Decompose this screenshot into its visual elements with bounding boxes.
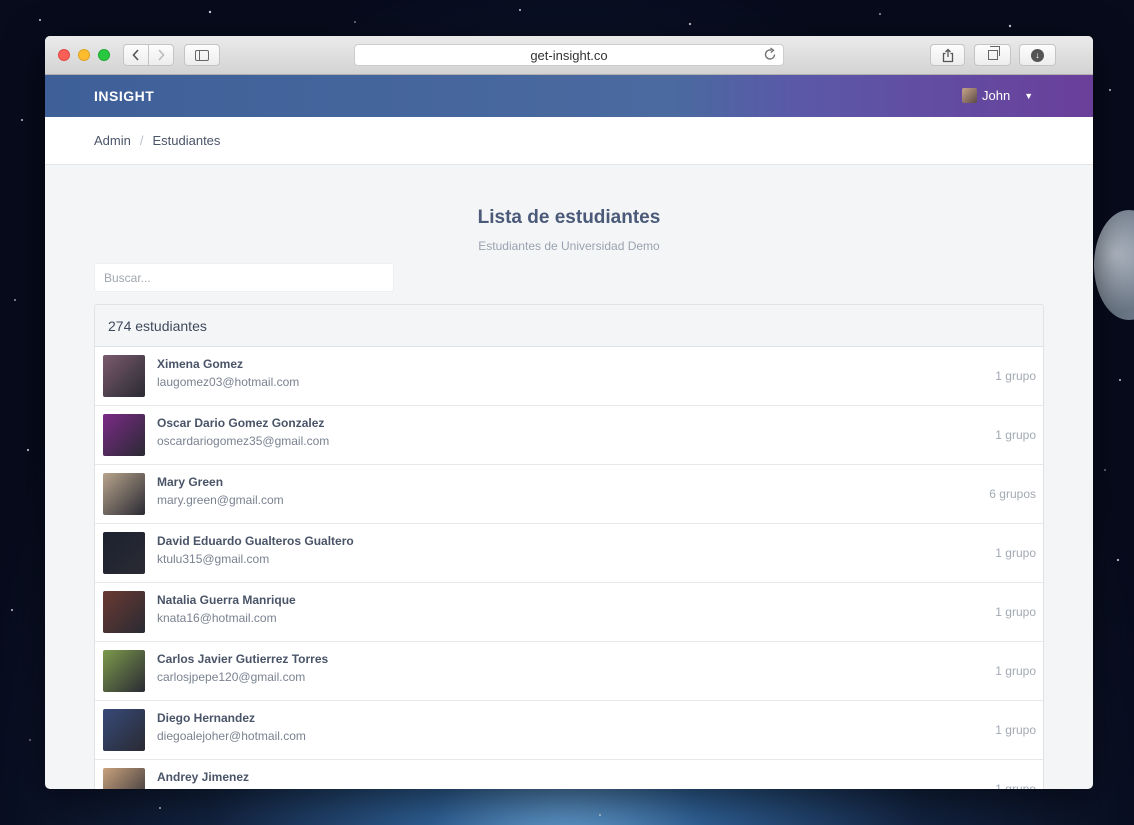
breadcrumb-item-estudiantes: Estudiantes	[152, 133, 221, 148]
student-row[interactable]: Natalia Guerra Manrique knata16@hotmail.c…	[95, 583, 1043, 642]
student-name[interactable]: Natalia Guerra Manrique	[157, 593, 296, 607]
app-navbar: INSIGHT John ▼	[45, 75, 1093, 117]
sidebar-icon	[195, 49, 209, 61]
show-tabs-button[interactable]	[974, 44, 1011, 66]
student-groups: 6 grupos	[989, 487, 1036, 501]
student-avatar	[103, 532, 145, 574]
search-input[interactable]	[94, 263, 394, 292]
student-groups: 1 grupo	[995, 369, 1036, 383]
student-list: Ximena Gomez laugomez03@hotmail.com 1 grup…	[95, 347, 1043, 789]
student-name[interactable]: Diego Hernandez	[157, 711, 255, 725]
students-panel: 274 estudiantes Ximena Gomez laugomez03@h…	[94, 304, 1044, 789]
minimize-window-button[interactable]	[78, 49, 90, 61]
student-row[interactable]: Carlos Javier Gutierrez Torres carlosjpep…	[95, 642, 1043, 701]
student-groups: 1 grupo	[995, 664, 1036, 678]
share-button[interactable]	[930, 44, 965, 66]
moon-decoration	[1094, 210, 1134, 320]
student-avatar	[103, 355, 145, 397]
student-avatar	[103, 768, 145, 789]
browser-window: get-insight.co ↓ INSIGHT John ▼ Admin / …	[45, 36, 1093, 789]
brand-logo[interactable]: INSIGHT	[94, 88, 154, 104]
breadcrumb-separator: /	[139, 133, 144, 148]
student-name[interactable]: Mary Green	[157, 475, 223, 489]
user-avatar	[962, 88, 977, 103]
student-name[interactable]: Oscar Dario Gomez Gonzalez	[157, 416, 324, 430]
student-row[interactable]: Andrey Jimenez 1 grupo	[95, 760, 1043, 789]
student-email: carlosjpepe120@gmail.com	[157, 670, 306, 684]
student-row[interactable]: Oscar Dario Gomez Gonzalez oscardariogome…	[95, 406, 1043, 465]
download-icon: ↓	[1031, 48, 1044, 62]
student-name[interactable]: Andrey Jimenez	[157, 770, 249, 784]
student-count: 274 estudiantes	[95, 305, 1043, 347]
reload-icon[interactable]	[763, 47, 777, 63]
student-name[interactable]: David Eduardo Gualteros Gualtero	[157, 534, 354, 548]
user-menu[interactable]: John ▼	[962, 88, 1033, 103]
close-window-button[interactable]	[58, 49, 70, 61]
breadcrumb-item-admin[interactable]: Admin	[94, 133, 131, 148]
downloads-button[interactable]: ↓	[1019, 44, 1056, 66]
student-groups: 1 grupo	[995, 605, 1036, 619]
page-title: Lista de estudiantes	[477, 207, 661, 228]
url-text: get-insight.co	[530, 47, 608, 63]
student-avatar	[103, 473, 145, 515]
student-row[interactable]: David Eduardo Gualteros Gualtero ktulu315…	[95, 524, 1043, 583]
student-avatar	[103, 650, 145, 692]
student-groups: 1 grupo	[995, 782, 1036, 789]
student-email: knata16@hotmail.com	[157, 611, 277, 625]
student-groups: 1 grupo	[995, 428, 1036, 442]
student-groups: 1 grupo	[995, 723, 1036, 737]
browser-titlebar: get-insight.co ↓	[45, 36, 1093, 75]
student-name[interactable]: Carlos Javier Gutierrez Torres	[157, 652, 328, 666]
student-row[interactable]: Ximena Gomez laugomez03@hotmail.com 1 grup…	[95, 347, 1043, 406]
share-icon	[942, 48, 953, 62]
user-name: John	[982, 88, 1011, 103]
address-bar[interactable]: get-insight.co	[354, 44, 784, 66]
student-groups: 1 grupo	[995, 546, 1036, 560]
sidebar-toggle-button[interactable]	[184, 44, 220, 66]
back-button[interactable]	[123, 44, 149, 66]
forward-button[interactable]	[148, 44, 174, 66]
student-email: oscardariogomez35@gmail.com	[157, 434, 330, 448]
zoom-window-button[interactable]	[98, 49, 110, 61]
student-email: mary.green@gmail.com	[157, 493, 284, 507]
student-avatar	[103, 591, 145, 633]
tabs-icon	[987, 46, 1000, 60]
student-email: diegoalejoher@hotmail.com	[157, 729, 306, 743]
student-email: laugomez03@hotmail.com	[157, 375, 300, 389]
student-row[interactable]: Mary Green mary.green@gmail.com 6 grupos	[95, 465, 1043, 524]
student-row[interactable]: Diego Hernandez diegoalejoher@hotmail.com…	[95, 701, 1043, 760]
student-name[interactable]: Ximena Gomez	[157, 357, 243, 371]
page-subtitle: Estudiantes de Universidad Demo	[478, 239, 660, 253]
student-avatar	[103, 414, 145, 456]
chevron-down-icon: ▼	[1024, 90, 1034, 101]
breadcrumb: Admin / Estudiantes	[45, 117, 1093, 165]
forward-icon	[158, 49, 165, 61]
main-content: Lista de estudiantes Estudiantes de Univ…	[45, 165, 1093, 789]
student-avatar	[103, 709, 145, 751]
back-icon	[132, 49, 139, 61]
student-email: ktulu315@gmail.com	[157, 552, 270, 566]
